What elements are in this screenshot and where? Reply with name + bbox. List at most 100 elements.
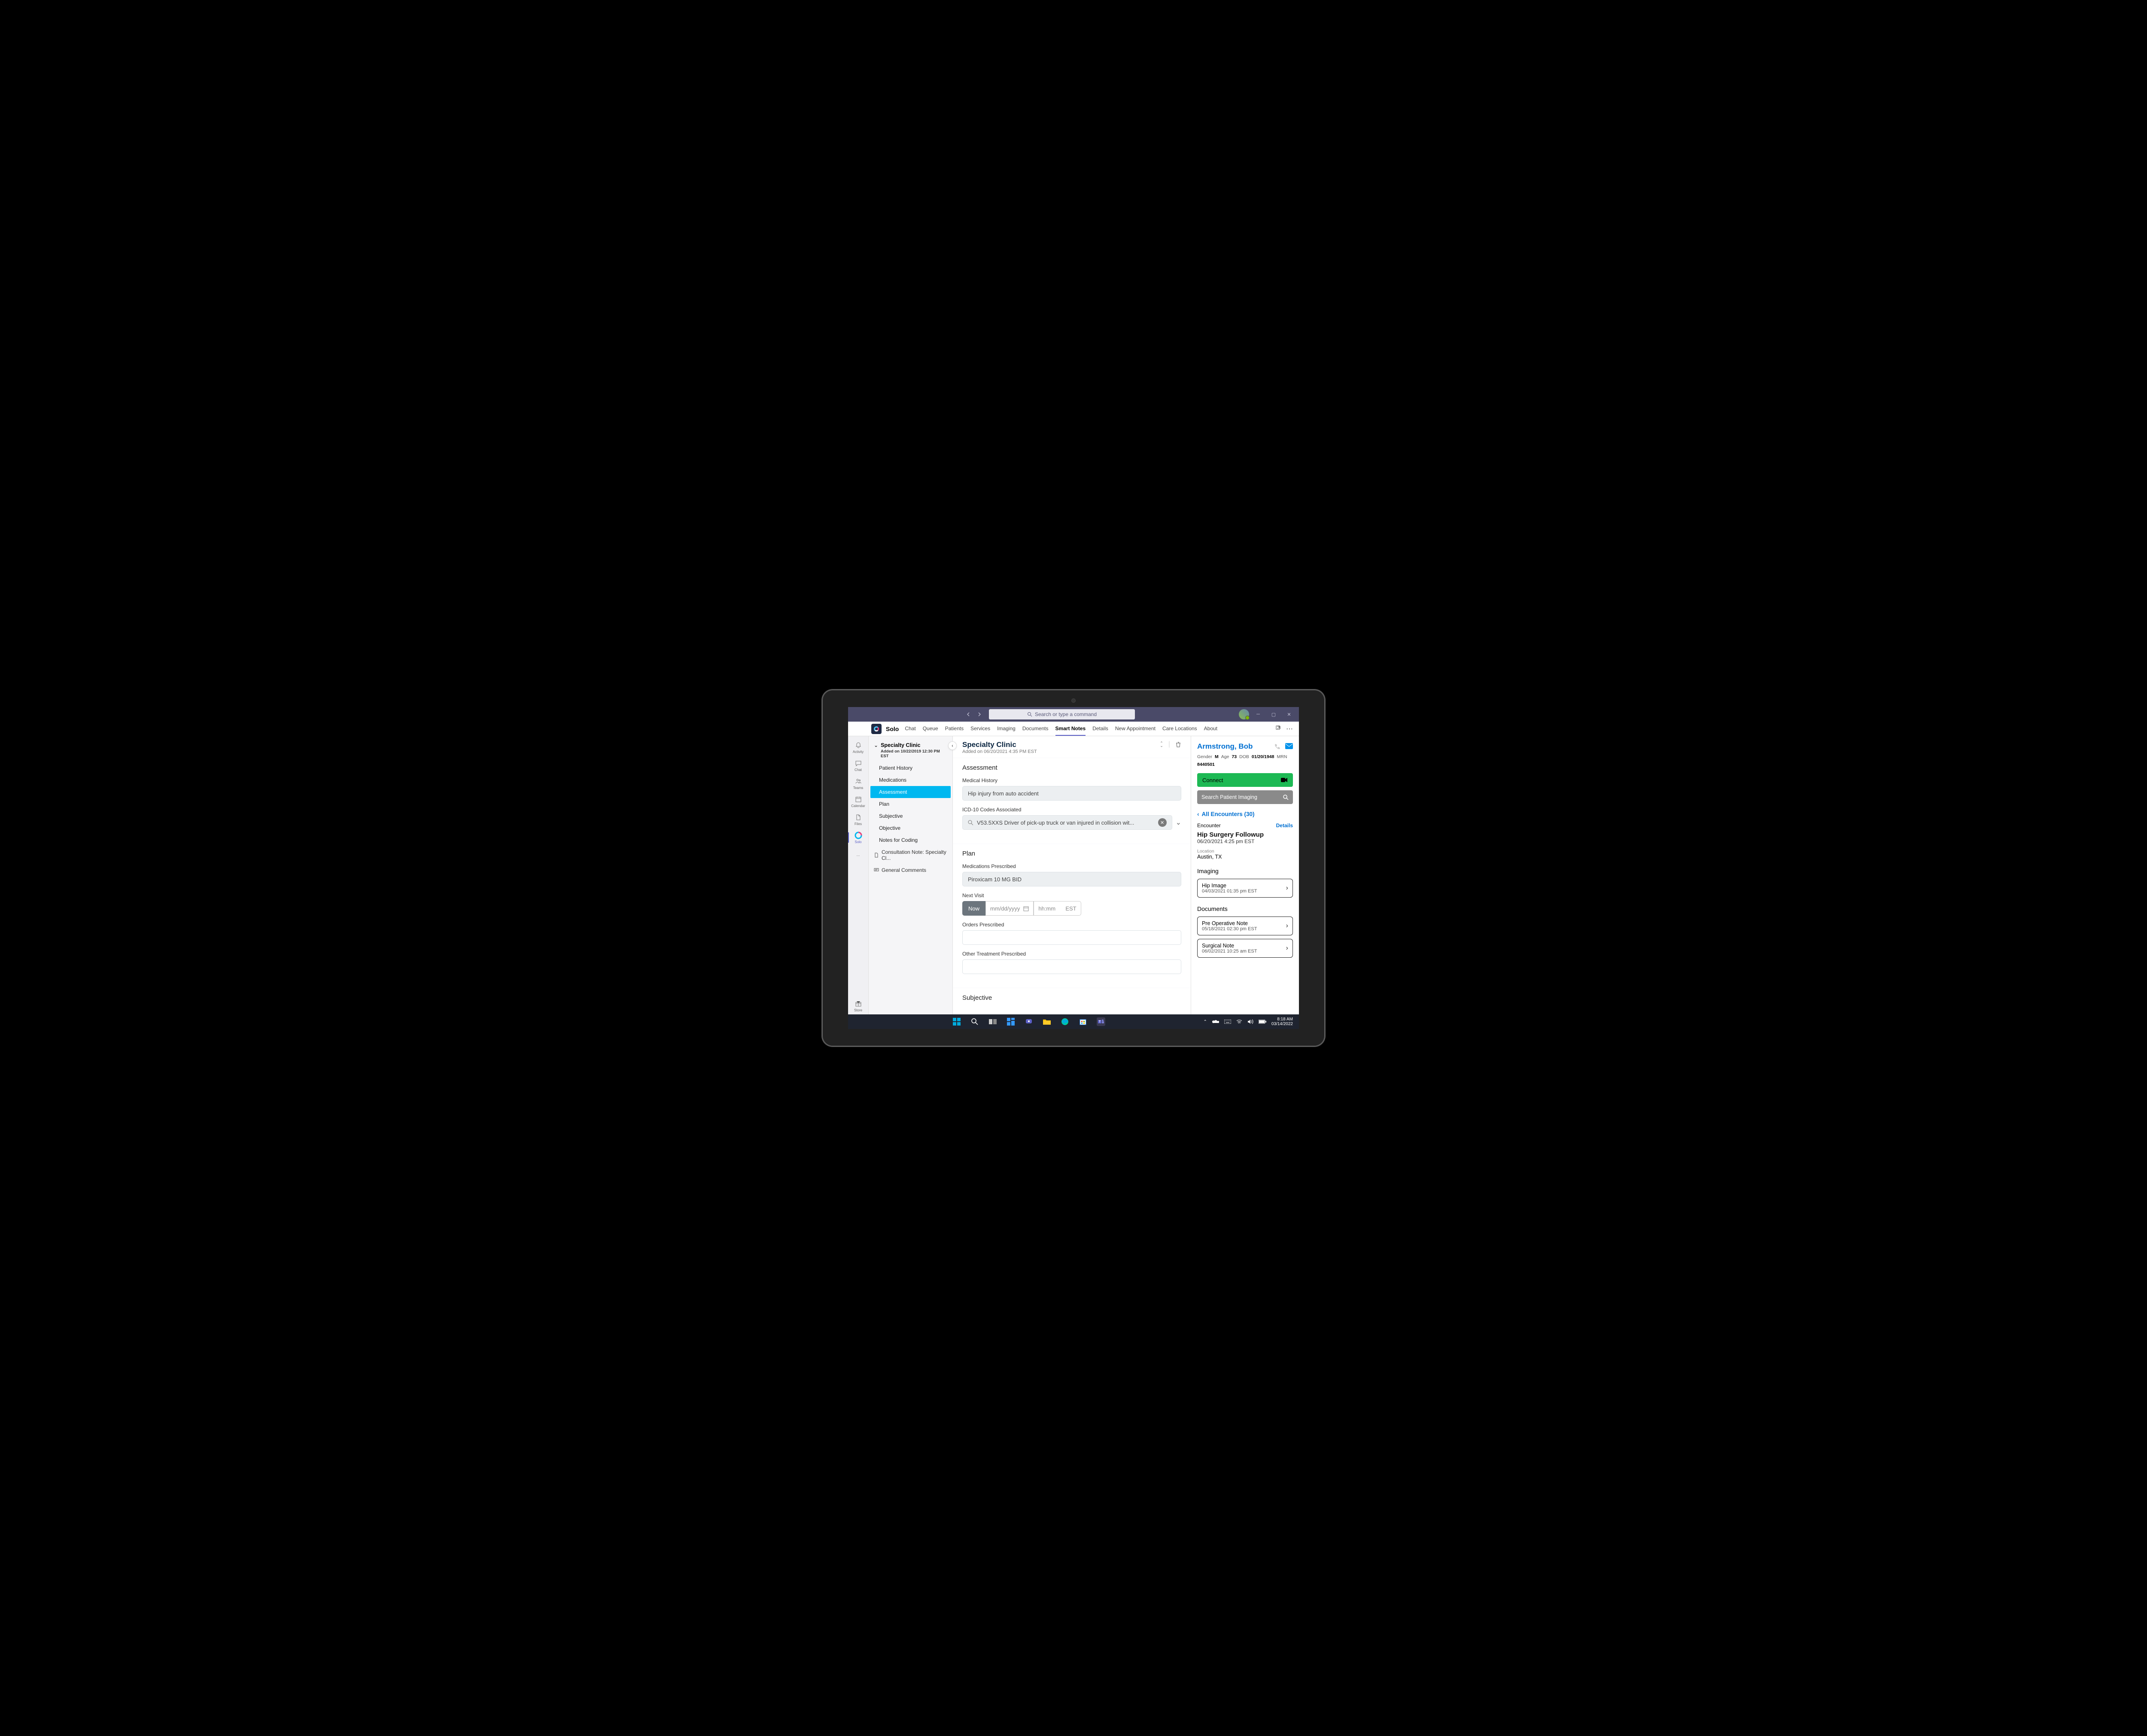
all-encounters-link[interactable]: ‹ All Encounters (30) [1197, 811, 1293, 817]
tab-new-appointment[interactable]: New Appointment [1115, 722, 1156, 736]
icd-codes-input[interactable]: V53.5XXS Driver of pick-up truck or van … [962, 815, 1172, 830]
volume-icon[interactable] [1247, 1019, 1253, 1024]
outline-item-patient-history[interactable]: Patient History [869, 762, 952, 774]
email-icon[interactable] [1285, 743, 1293, 750]
tab-documents[interactable]: Documents [1022, 722, 1049, 736]
collapse-outline-button[interactable]: ‹ [948, 741, 957, 750]
screen: Search or type a command ─ ▢ ✕ Solo Chat… [848, 707, 1299, 1029]
medical-history-label: Medical History [962, 777, 1181, 783]
command-search-input[interactable]: Search or type a command [989, 709, 1135, 719]
task-view-icon[interactable] [988, 1017, 997, 1026]
tab-details[interactable]: Details [1092, 722, 1108, 736]
command-search-placeholder: Search or type a command [1035, 711, 1097, 717]
document-card[interactable]: Surgical Note 06/02/2021 10:25 am EST › [1197, 939, 1293, 958]
close-button[interactable]: ✕ [1283, 708, 1295, 720]
outline-general-comments[interactable]: General Comments [869, 864, 952, 876]
tab-care-locations[interactable]: Care Locations [1162, 722, 1197, 736]
note-editor: Specialty Clinic Added on 06/20/2021 4:3… [953, 736, 1191, 1014]
orders-prescribed-input[interactable] [962, 930, 1181, 945]
other-treatment-input[interactable] [962, 959, 1181, 974]
microsoft-store-icon[interactable] [1079, 1017, 1087, 1026]
start-button[interactable] [952, 1017, 961, 1026]
app-toolbar: Solo Chat Queue Patients Services Imagin… [848, 722, 1299, 736]
tab-chat[interactable]: Chat [905, 722, 915, 736]
icd-codes-label: ICD-10 Codes Associated [962, 807, 1181, 813]
widgets-icon[interactable] [1007, 1017, 1015, 1026]
patient-demographics: GenderM Age73 DOB01/20/1948 MRN8440501 [1197, 754, 1293, 767]
nav-back-button[interactable] [963, 709, 973, 719]
next-visit-label: Next Visit [962, 892, 1181, 898]
file-explorer-icon[interactable] [1043, 1017, 1051, 1026]
edge-icon[interactable] [1061, 1017, 1069, 1026]
medications-prescribed-label: Medications Prescribed [962, 863, 1181, 869]
teams-chat-icon[interactable] [1025, 1017, 1033, 1026]
expand-icon[interactable]: ⌃⌄ [1160, 742, 1163, 747]
note-outline-panel: ‹ ⌄ Specialty Clinic Added on 10/22/2019… [869, 736, 953, 1014]
outline-item-notes-coding[interactable]: Notes for Coding [869, 834, 952, 846]
rail-files[interactable]: Files [848, 811, 869, 828]
outline-item-objective[interactable]: Objective [869, 822, 952, 834]
patient-name[interactable]: Armstrong, Bob [1197, 742, 1253, 751]
rail-teams[interactable]: Teams [848, 775, 869, 792]
rail-solo[interactable]: Solo [848, 829, 869, 846]
rail-chat[interactable]: Chat [848, 757, 869, 774]
clear-icd-button[interactable]: ✕ [1158, 818, 1167, 827]
chevron-down-icon: ⌄ [874, 742, 878, 748]
keyboard-icon[interactable] [1224, 1020, 1231, 1024]
taskbar-search-icon[interactable] [970, 1017, 979, 1026]
document-card[interactable]: Pre Operative Note 05/18/2021 02:30 pm E… [1197, 917, 1293, 935]
connect-button[interactable]: Connect [1197, 773, 1293, 787]
rail-store[interactable]: Store [848, 997, 869, 1014]
tab-patients[interactable]: Patients [945, 722, 964, 736]
outline-item-plan[interactable]: Plan [869, 798, 952, 810]
window-titlebar: Search or type a command ─ ▢ ✕ [848, 707, 1299, 722]
next-visit-time-input[interactable]: hh:mm EST [1034, 901, 1081, 916]
battery-icon[interactable] [1259, 1020, 1266, 1024]
rail-activity[interactable]: Activity [848, 739, 869, 756]
outline-header[interactable]: ⌄ Specialty Clinic [869, 740, 952, 749]
patient-panel: Armstrong, Bob GenderM Age73 DOB01/20/19… [1191, 736, 1299, 1014]
popout-icon[interactable] [1276, 725, 1282, 733]
rail-calendar[interactable]: Calendar [848, 793, 869, 810]
patient-imaging-search[interactable]: Search Patient Imaging [1197, 790, 1293, 804]
tablet-camera [1071, 698, 1076, 703]
outline-item-medications[interactable]: Medications [869, 774, 952, 786]
nav-forward-button[interactable] [974, 709, 985, 719]
store-icon [855, 1000, 862, 1008]
comment-icon [874, 868, 879, 873]
encounter-label: Encounter [1197, 822, 1221, 829]
phone-icon[interactable] [1274, 743, 1281, 750]
calendar-icon [855, 795, 862, 803]
rail-more[interactable]: ⋯ [848, 847, 869, 864]
chevron-down-icon[interactable]: ⌄ [1176, 818, 1181, 827]
onedrive-icon[interactable] [1212, 1020, 1219, 1024]
teams-app-icon[interactable]: T [1097, 1017, 1105, 1026]
tab-about[interactable]: About [1204, 722, 1217, 736]
other-treatment-label: Other Treatment Prescribed [962, 951, 1181, 957]
outline-item-subjective[interactable]: Subjective [869, 810, 952, 822]
user-avatar[interactable] [1239, 709, 1249, 719]
note-added-timestamp: Added on 06/20/2021 4:35 PM EST [962, 749, 1037, 754]
medical-history-input[interactable]: Hip injury from auto accident [962, 786, 1181, 801]
delete-icon[interactable] [1175, 741, 1181, 747]
tab-queue[interactable]: Queue [923, 722, 938, 736]
tab-imaging[interactable]: Imaging [997, 722, 1016, 736]
imaging-card[interactable]: Hip Image 04/03/2021 01:35 pm EST › [1197, 879, 1293, 898]
tray-chevron-icon[interactable]: ⌃ [1204, 1020, 1207, 1024]
maximize-button[interactable]: ▢ [1267, 708, 1280, 720]
subjective-heading: Subjective [962, 994, 1181, 1002]
wifi-icon[interactable] [1236, 1019, 1242, 1024]
more-icon[interactable]: ⋯ [1286, 725, 1293, 733]
tab-services[interactable]: Services [970, 722, 990, 736]
app-name: Solo [886, 725, 899, 732]
medications-prescribed-input[interactable]: Piroxicam 10 MG BID [962, 872, 1181, 886]
minimize-button[interactable]: ─ [1252, 708, 1265, 720]
document-icon [874, 853, 879, 858]
outline-item-assessment[interactable]: Assessment [870, 786, 951, 798]
now-button[interactable]: Now [962, 901, 985, 916]
encounter-details-link[interactable]: Details [1276, 822, 1293, 829]
outline-consult-note[interactable]: Consultation Note: Specialty Cl... [869, 846, 952, 864]
next-visit-date-input[interactable]: mm/dd/yyyy [985, 901, 1034, 916]
taskbar-clock[interactable]: 8:18 AM 03/14/2022 [1271, 1017, 1293, 1026]
tab-smart-notes[interactable]: Smart Notes [1055, 722, 1086, 736]
